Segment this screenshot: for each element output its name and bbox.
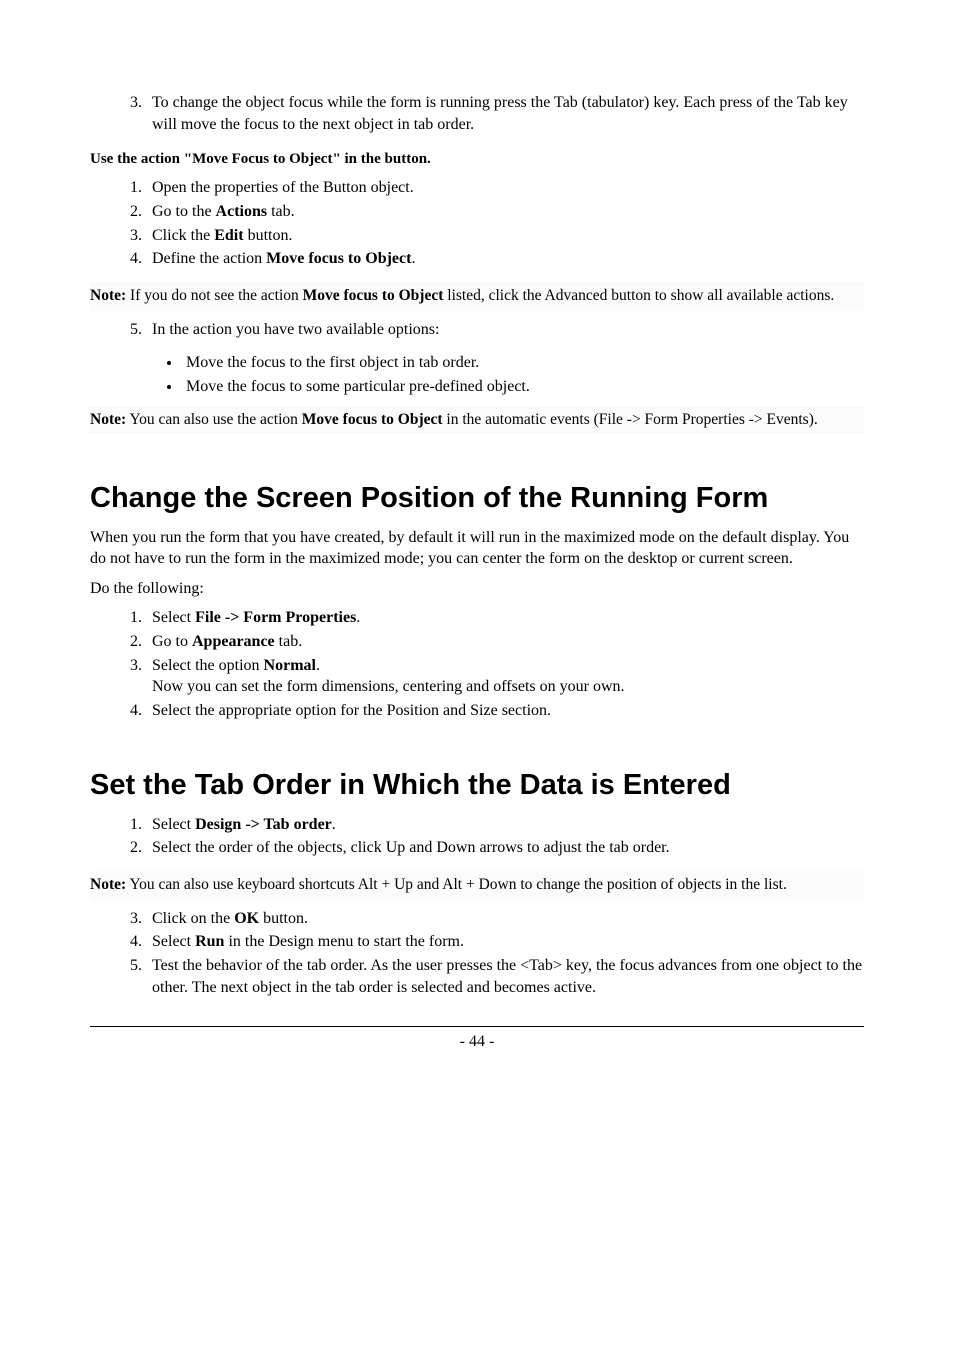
- note-label: Note:: [90, 411, 126, 428]
- list-screen-position-steps: Select File -> Form Properties. Go to Ap…: [90, 607, 864, 721]
- text-run: .: [332, 816, 336, 833]
- text-bold: Move focus to Object: [266, 250, 411, 267]
- list-tab-order-steps-a: Select Design -> Tab order. Select the o…: [90, 814, 864, 859]
- list-move-focus-steps: Open the properties of the Button object…: [90, 177, 864, 269]
- list-item: Select File -> Form Properties.: [146, 607, 864, 629]
- heading-set-tab-order: Set the Tab Order in Which the Data is E…: [90, 767, 864, 803]
- page-number: - 44 -: [90, 1033, 864, 1051]
- list-item: To change the object focus while the for…: [146, 92, 864, 135]
- list-item: In the action you have two available opt…: [146, 319, 864, 341]
- paragraph: When you run the form that you have crea…: [90, 527, 864, 570]
- heading-change-screen-position: Change the Screen Position of the Runnin…: [90, 480, 864, 516]
- note-block: Note: You can also use keyboard shortcut…: [90, 871, 864, 900]
- text-bold: Appearance: [192, 633, 275, 650]
- note-block: Note: If you do not see the action Move …: [90, 282, 864, 311]
- paragraph: Do the following:: [90, 578, 864, 600]
- list-item: Define the action Move focus to Object.: [146, 248, 864, 270]
- list-item: Move the focus to the first object in ta…: [182, 352, 864, 374]
- list-item: Select the appropriate option for the Po…: [146, 700, 864, 722]
- text-run: .: [411, 250, 415, 267]
- list-item: Go to the Actions tab.: [146, 201, 864, 223]
- list-item: Click the Edit button.: [146, 225, 864, 247]
- list-item: Open the properties of the Button object…: [146, 177, 864, 199]
- text-run: Go to: [152, 633, 192, 650]
- text-run: Now you can set the form dimensions, cen…: [152, 678, 625, 695]
- list-item: Test the behavior of the tab order. As t…: [146, 955, 864, 998]
- text-run: .: [356, 609, 360, 626]
- text-run: Go to the: [152, 203, 216, 220]
- text-run: Click the: [152, 227, 214, 244]
- list-item: Select the order of the objects, click U…: [146, 837, 864, 859]
- text-run: Select: [152, 933, 195, 950]
- list-tab-focus-cont: To change the object focus while the for…: [90, 92, 864, 135]
- list-move-focus-options: In the action you have two available opt…: [90, 319, 864, 341]
- text-run: You can also use keyboard shortcuts Alt …: [126, 876, 787, 893]
- note-block: Note: You can also use the action Move f…: [90, 406, 864, 435]
- text-run: tab.: [275, 633, 303, 650]
- text-bold: Edit: [214, 227, 243, 244]
- text-run: If you do not see the action: [126, 287, 302, 304]
- text-run: Click on the: [152, 910, 234, 927]
- text-bold: File -> Form Properties: [195, 609, 356, 626]
- list-item: Select the option Normal. Now you can se…: [146, 655, 864, 698]
- text-run: You can also use the action: [126, 411, 302, 428]
- text-bold: Normal: [264, 657, 316, 674]
- text-run: Select the option: [152, 657, 264, 674]
- list-item: Click on the OK button.: [146, 908, 864, 930]
- footer-divider: [90, 1026, 864, 1027]
- text-run: .: [316, 657, 320, 674]
- text-run: listed, click the Advanced button to sho…: [443, 287, 834, 304]
- text-run: tab.: [267, 203, 295, 220]
- text-bold: OK: [234, 910, 259, 927]
- sublist-options: Move the focus to the first object in ta…: [90, 352, 864, 397]
- note-label: Note:: [90, 876, 126, 893]
- text-run: In the action you have two available opt…: [152, 321, 439, 338]
- text-bold: Move focus to Object: [302, 411, 443, 428]
- note-label: Note:: [90, 287, 126, 304]
- text-run: in the automatic events (File -> Form Pr…: [443, 411, 818, 428]
- sub-heading-move-focus: Use the action "Move Focus to Object" in…: [90, 149, 864, 169]
- text-run: Select: [152, 816, 195, 833]
- text-run: button.: [259, 910, 308, 927]
- list-item: Go to Appearance tab.: [146, 631, 864, 653]
- text-run: button.: [244, 227, 293, 244]
- text-run: Define the action: [152, 250, 266, 267]
- document-page: To change the object focus while the for…: [90, 0, 864, 1071]
- text-bold: Run: [195, 933, 224, 950]
- list-item: Move the focus to some particular pre-de…: [182, 376, 864, 398]
- text-run: in the Design menu to start the form.: [224, 933, 464, 950]
- list-item: Select Design -> Tab order.: [146, 814, 864, 836]
- text-bold: Move focus to Object: [303, 287, 444, 304]
- text-bold: Actions: [216, 203, 268, 220]
- text-bold: Design -> Tab order: [195, 816, 332, 833]
- list-tab-order-steps-b: Click on the OK button. Select Run in th…: [90, 908, 864, 998]
- list-item: Select Run in the Design menu to start t…: [146, 931, 864, 953]
- text-run: Select: [152, 609, 195, 626]
